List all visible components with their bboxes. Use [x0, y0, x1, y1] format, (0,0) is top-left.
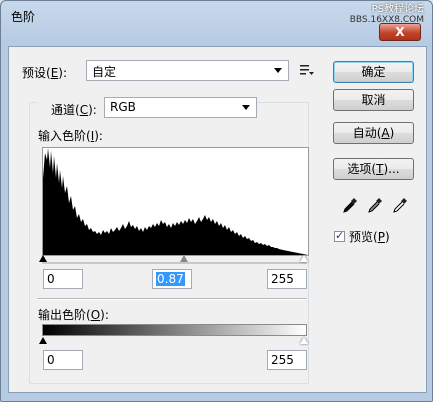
output-gradient-bar [42, 324, 307, 336]
output-white-field[interactable]: 255 [267, 350, 307, 370]
input-gamma-value: 0.87 [156, 272, 185, 286]
output-black-field[interactable]: 0 [43, 350, 83, 370]
white-point-slider[interactable] [300, 255, 308, 262]
gamma-slider[interactable] [180, 255, 188, 262]
cancel-button[interactable]: 取消 [333, 89, 414, 111]
input-gamma-field[interactable]: 0.87 [152, 269, 192, 289]
channel-label: 通道(C): [51, 103, 97, 117]
output-black-slider[interactable] [39, 337, 47, 344]
close-icon: X [395, 25, 405, 39]
window-title: 色阶 [11, 10, 36, 24]
channel-dropdown[interactable]: RGB [104, 97, 257, 118]
auto-button[interactable]: 自动(A) [333, 122, 414, 144]
output-levels-label: 输出色阶(O): [38, 308, 109, 322]
levels-dialog: 色阶 PS教程论坛 BBS.16XX8.COM X 预设(E): 自定 确定 取… [0, 0, 433, 402]
chevron-down-icon [242, 105, 250, 110]
histogram-graph [43, 148, 308, 255]
black-point-slider[interactable] [39, 255, 47, 262]
channel-value: RGB [110, 100, 136, 114]
watermark-text-1: PS教程论坛 [371, 4, 424, 15]
white-eyedropper-icon[interactable] [392, 197, 408, 216]
input-white-field[interactable]: 255 [267, 269, 307, 289]
title-bar[interactable]: 色阶 PS教程论坛 BBS.16XX8.COM [1, 1, 432, 31]
list-options-icon[interactable] [300, 64, 314, 76]
checkmark-icon: ✓ [335, 229, 345, 242]
input-black-field[interactable]: 0 [43, 269, 83, 289]
input-slider-track [42, 262, 307, 264]
preview-checkbox[interactable]: ✓ [334, 229, 345, 242]
gray-eyedropper-icon[interactable] [367, 197, 383, 216]
preview-label[interactable]: 预览(P) [349, 228, 390, 245]
black-eyedropper-icon[interactable] [342, 197, 358, 216]
input-levels-label: 输入色阶(I): [38, 129, 103, 143]
preset-value: 自定 [92, 65, 117, 79]
chevron-down-icon [274, 68, 282, 73]
ok-button[interactable]: 确定 [333, 61, 414, 83]
dialog-body: 预设(E): 自定 确定 取消 自动(A) 选项(T)... ✓ 预览(P) 通… [8, 46, 427, 393]
section-divider [37, 298, 307, 300]
output-white-slider[interactable] [300, 337, 308, 344]
histogram [42, 147, 309, 256]
close-button[interactable]: X [379, 23, 421, 41]
options-button[interactable]: 选项(T)... [333, 158, 414, 180]
preset-dropdown[interactable]: 自定 [86, 60, 289, 81]
preset-label: 预设(E): [22, 66, 68, 80]
